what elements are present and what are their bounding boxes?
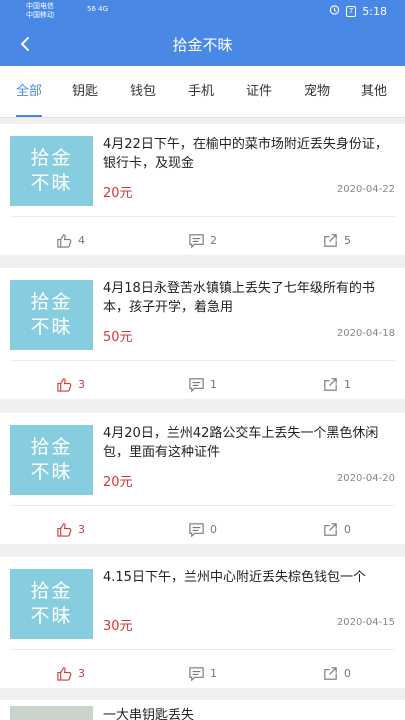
post-date: 2020-04-22 bbox=[336, 184, 395, 195]
carrier-1: 中国电信 bbox=[26, 2, 54, 10]
post-description: 4.15日下午，兰州中心附近丢失棕色钱包一个 bbox=[103, 570, 366, 585]
post-thumbnail: 拾金 不昧 bbox=[10, 136, 93, 206]
thumbs-up-icon bbox=[57, 667, 72, 681]
thumbs-up-icon bbox=[57, 523, 72, 537]
share-icon bbox=[324, 523, 337, 536]
reward-price: 30元 bbox=[103, 619, 133, 634]
network-indicator: 56 4G bbox=[87, 5, 109, 13]
comment-button[interactable]: 1 bbox=[188, 376, 217, 393]
post-date: 2020-04-18 bbox=[336, 328, 395, 339]
post-thumbnail: 拾金 不昧 bbox=[10, 425, 93, 495]
tab-wallet[interactable]: 钱包 bbox=[130, 66, 156, 118]
share-count: 1 bbox=[344, 378, 351, 391]
like-button[interactable]: 3 bbox=[56, 376, 85, 393]
post-card[interactable]: 拾金 不昧 4月20日，兰州42路公交车上丢失一个黑色休闲包，里面有这种证件 20… bbox=[0, 413, 405, 544]
status-bar: 中国电信 中国移动 56 4G 7 5:18 bbox=[0, 0, 405, 22]
share-icon bbox=[324, 234, 337, 247]
share-count: 5 bbox=[344, 234, 351, 247]
category-tabs: 全部 钥匙 钱包 手机 证件 宠物 其他 bbox=[0, 66, 405, 118]
comment-button[interactable]: 1 bbox=[188, 665, 217, 682]
comment-count: 1 bbox=[210, 667, 217, 680]
share-button[interactable]: 0 bbox=[322, 665, 351, 682]
comment-icon bbox=[189, 523, 204, 538]
title-bar: 拾金不昧 bbox=[0, 22, 405, 66]
divider bbox=[10, 649, 395, 650]
clock: 5:18 bbox=[362, 4, 387, 18]
post-description: 4月18日永登苦水镇镇上丢失了七年级所有的书本，孩子开学，着急用 bbox=[103, 281, 375, 315]
post-date: 2020-04-15 bbox=[336, 617, 395, 628]
tab-phone[interactable]: 手机 bbox=[188, 66, 214, 118]
post-description: 4月20日，兰州42路公交车上丢失一个黑色休闲包，里面有这种证件 bbox=[103, 426, 379, 460]
like-count: 3 bbox=[78, 523, 85, 536]
post-thumbnail bbox=[10, 706, 93, 720]
carrier-info: 中国电信 中国移动 bbox=[26, 2, 54, 20]
post-thumbnail: 拾金 不昧 bbox=[10, 280, 93, 350]
share-button[interactable]: 0 bbox=[322, 521, 351, 538]
alarm-icon bbox=[329, 4, 340, 18]
share-icon bbox=[324, 667, 337, 680]
page-title: 拾金不昧 bbox=[172, 36, 233, 54]
carrier-2: 中国移动 bbox=[26, 11, 54, 19]
like-button[interactable]: 3 bbox=[56, 521, 85, 538]
reward-price: 50元 bbox=[103, 330, 133, 345]
comment-count: 2 bbox=[210, 234, 217, 247]
post-date: 2020-04-20 bbox=[336, 473, 395, 484]
reward-price: 20元 bbox=[103, 186, 133, 201]
battery-icon: 7 bbox=[345, 5, 357, 17]
comment-icon bbox=[189, 234, 204, 249]
divider bbox=[10, 505, 395, 506]
like-button[interactable]: 3 bbox=[56, 665, 85, 682]
tab-other[interactable]: 其他 bbox=[361, 66, 387, 118]
share-icon bbox=[324, 378, 337, 391]
comment-icon bbox=[189, 667, 204, 682]
like-count: 3 bbox=[78, 378, 85, 391]
post-thumbnail: 拾金 不昧 bbox=[10, 569, 93, 639]
like-count: 4 bbox=[78, 234, 85, 247]
post-description: 一大串钥匙丢失 bbox=[103, 708, 195, 720]
post-description: 4月22日下午，在榆中的菜市场附近丢失身份证，银行卡，及现金 bbox=[103, 137, 388, 171]
share-count: 0 bbox=[344, 523, 351, 536]
post-card[interactable]: 拾金 不昧 4月22日下午，在榆中的菜市场附近丢失身份证，银行卡，及现金 20元 … bbox=[0, 124, 405, 255]
post-card[interactable]: 拾金 不昧 4月18日永登苦水镇镇上丢失了七年级所有的书本，孩子开学，着急用 50… bbox=[0, 268, 405, 399]
like-count: 3 bbox=[78, 667, 85, 680]
comment-icon bbox=[189, 378, 204, 393]
divider bbox=[10, 360, 395, 361]
share-count: 0 bbox=[344, 667, 351, 680]
thumbs-up-icon bbox=[57, 378, 72, 392]
share-button[interactable]: 5 bbox=[322, 232, 351, 249]
comment-button[interactable]: 0 bbox=[188, 521, 217, 538]
tab-all[interactable]: 全部 bbox=[16, 66, 43, 118]
comment-button[interactable]: 2 bbox=[188, 232, 217, 249]
tab-keys[interactable]: 钥匙 bbox=[72, 66, 98, 118]
like-button[interactable]: 4 bbox=[56, 232, 85, 249]
divider bbox=[10, 216, 395, 217]
share-button[interactable]: 1 bbox=[322, 376, 351, 393]
tab-pets[interactable]: 宠物 bbox=[304, 66, 330, 118]
comment-count: 1 bbox=[210, 378, 217, 391]
thumbs-up-icon bbox=[57, 234, 72, 248]
post-card[interactable]: 拾金 不昧 4.15日下午，兰州中心附近丢失棕色钱包一个 30元 2020-04-… bbox=[0, 557, 405, 688]
comment-count: 0 bbox=[210, 523, 217, 536]
post-card[interactable]: 一大串钥匙丢失 bbox=[0, 700, 405, 720]
tab-documents[interactable]: 证件 bbox=[246, 66, 272, 118]
reward-price: 20元 bbox=[103, 475, 133, 490]
